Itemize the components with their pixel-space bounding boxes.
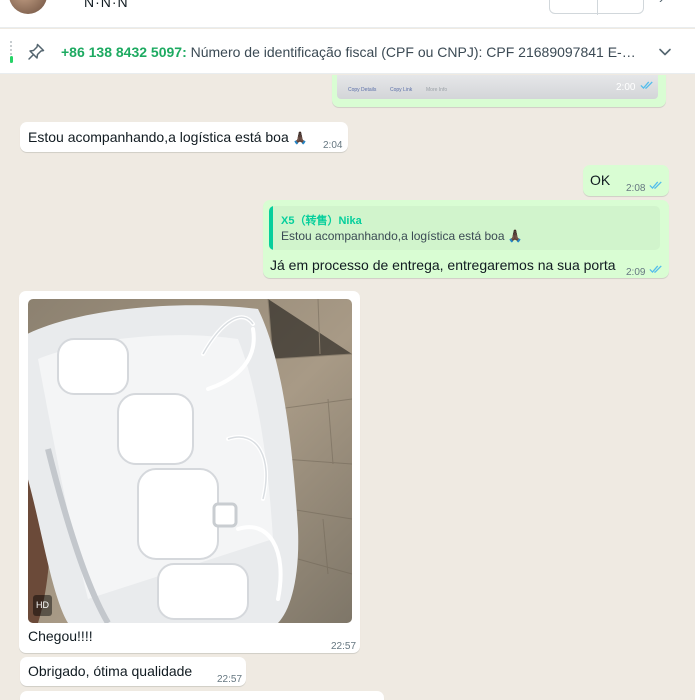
chat-header: N·N·N ▬ ○ › [0, 0, 695, 28]
message-text: Chegou!!!! [28, 628, 93, 644]
pinned-indicator [10, 41, 13, 63]
message-text: OK [590, 172, 611, 188]
message-text: Obrigado, ótima qualidade [28, 663, 193, 679]
message-time: 22:57 [331, 641, 357, 652]
message-time: 2:04 [323, 140, 343, 151]
message-time: 22:57 [217, 674, 243, 685]
sneaker-image [28, 299, 352, 623]
message-time: 2:09 [626, 267, 646, 278]
quoted-body: Estou acompanhando,a logística está boa [281, 229, 505, 243]
read-ticks-icon [649, 181, 662, 190]
message-outgoing[interactable]: OK 2:08 [583, 165, 669, 196]
message-incoming-partial[interactable] [20, 691, 384, 700]
avatar[interactable] [9, 0, 47, 14]
chat-area[interactable]: Copy Details Copy Link More Info 2:00 Es… [0, 75, 695, 700]
praying-hands-emoji: 🙏🏿 [507, 229, 523, 243]
message-time: 2:08 [626, 183, 646, 194]
image-message-incoming[interactable]: HD Chegou!!!! 22:57 [19, 291, 360, 653]
read-ticks-icon [640, 81, 653, 90]
pin-icon [28, 43, 45, 60]
message-incoming[interactable]: Estou acompanhando,a logística está boa … [20, 122, 348, 152]
pinned-body: Número de identificação fiscal (CPF ou C… [190, 44, 643, 60]
contact-name[interactable]: N·N·N [84, 0, 129, 10]
quoted-text: Estou acompanhando,a logística está boa … [281, 227, 523, 246]
pinned-message-text[interactable]: +86 138 8432 5097: Número de identificaç… [61, 44, 643, 60]
pinned-message-bar[interactable]: +86 138 8432 5097: Número de identificaç… [0, 29, 695, 74]
praying-hands-emoji: 🙏🏿 [292, 131, 308, 145]
quoted-message[interactable]: X5（转售）Nika Estou acompanhando,a logístic… [269, 206, 660, 250]
message-incoming[interactable]: Obrigado, ótima qualidade 22:57 [20, 657, 246, 686]
reply-message-outgoing[interactable]: X5（转售）Nika Estou acompanhando,a logístic… [263, 200, 669, 278]
screenshot-link: Copy Link [390, 87, 413, 93]
photo-sneaker[interactable]: HD [28, 299, 352, 623]
chevron-right-icon[interactable]: › [659, 0, 664, 6]
pinned-sender: +86 138 8432 5097: [61, 44, 187, 60]
read-ticks-icon [649, 265, 662, 274]
call-buttons: ▬ ○ [549, 0, 644, 15]
message-text: Estou acompanhando,a logística está boa … [28, 128, 308, 148]
screenshot-link: Copy Details [348, 87, 377, 93]
divider [597, 0, 598, 15]
screenshot-link: More Info [426, 87, 448, 93]
image-message-outgoing[interactable]: Copy Details Copy Link More Info 2:00 [332, 75, 666, 107]
screenshot-image[interactable]: Copy Details Copy Link More Info 2:00 [337, 75, 658, 99]
chevron-down-icon[interactable] [657, 44, 673, 60]
message-body: Estou acompanhando,a logística está boa [28, 129, 289, 145]
message-text: Já em processo de entrega, entregaremos … [270, 257, 616, 273]
message-time: 2:00 [616, 82, 636, 93]
hd-badge: HD [33, 595, 52, 616]
